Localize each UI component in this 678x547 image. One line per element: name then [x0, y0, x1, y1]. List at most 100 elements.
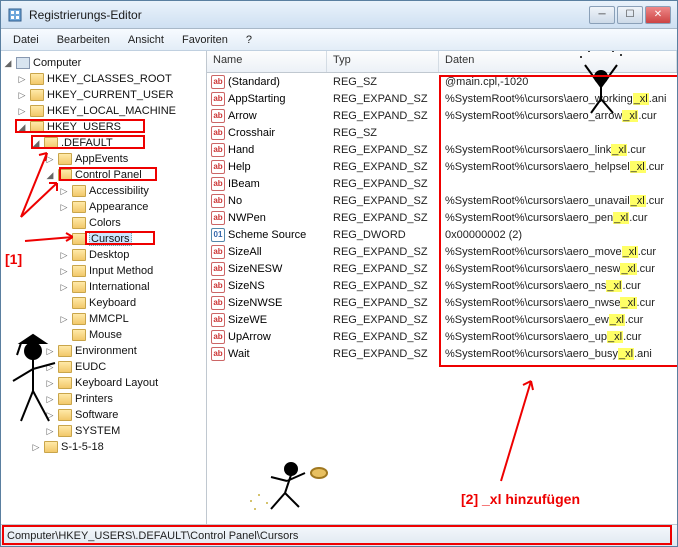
tree-node[interactable]: ▷ HKEY_LOCAL_MACHINE	[3, 103, 206, 119]
tree-label[interactable]: Desktop	[89, 249, 129, 261]
list-row[interactable]: abSizeAllREG_EXPAND_SZ%SystemRoot%\curso…	[207, 243, 677, 260]
header-name[interactable]: Name	[207, 51, 327, 72]
expand-icon[interactable]: ◢	[3, 58, 13, 69]
expand-icon[interactable]: ◢	[45, 170, 55, 181]
tree-label[interactable]: Keyboard Layout	[75, 377, 158, 389]
menu-ansicht[interactable]: Ansicht	[120, 32, 172, 48]
tree-label[interactable]: International	[89, 281, 150, 293]
list-row[interactable]: abArrowREG_EXPAND_SZ%SystemRoot%\cursors…	[207, 107, 677, 124]
expand-icon[interactable]: ▷	[45, 362, 55, 373]
tree-node[interactable]: Mouse	[3, 327, 206, 343]
tree-node[interactable]: ▷ Desktop	[3, 247, 206, 263]
tree-node[interactable]: ▷ Accessibility	[3, 183, 206, 199]
list-row[interactable]: abWaitREG_EXPAND_SZ%SystemRoot%\cursors\…	[207, 345, 677, 362]
tree-node[interactable]: ◢ Control Panel	[3, 167, 206, 183]
tree-label[interactable]: HKEY_CURRENT_USER	[47, 89, 174, 101]
tree-node[interactable]: Colors	[3, 215, 206, 231]
tree-label[interactable]: Accessibility	[89, 185, 149, 197]
list-row[interactable]: abCrosshairREG_SZ	[207, 124, 677, 141]
tree-label[interactable]: .DEFAULT	[61, 137, 113, 149]
tree-label[interactable]: MMCPL	[89, 313, 129, 325]
tree-label[interactable]: SYSTEM	[75, 425, 120, 437]
expand-icon[interactable]: ▷	[45, 378, 55, 389]
expand-icon[interactable]: ▷	[59, 282, 69, 293]
tree-node[interactable]: ◢.DEFAULT	[3, 135, 206, 151]
expand-icon[interactable]: ▷	[17, 74, 27, 85]
tree-node[interactable]: ▷ Input Method	[3, 263, 206, 279]
expand-icon[interactable]: ▷	[45, 394, 55, 405]
list-row[interactable]: abSizeNSREG_EXPAND_SZ%SystemRoot%\cursor…	[207, 277, 677, 294]
tree-node[interactable]: ▷ International	[3, 279, 206, 295]
list-row[interactable]: abNoREG_EXPAND_SZ%SystemRoot%\cursors\ae…	[207, 192, 677, 209]
expand-icon[interactable]: ▷	[45, 426, 55, 437]
expand-icon[interactable]: ▷	[45, 154, 55, 165]
tree-node[interactable]: ▷ HKEY_CLASSES_ROOT	[3, 71, 206, 87]
menu-bearbeiten[interactable]: Bearbeiten	[49, 32, 118, 48]
tree-node[interactable]: ▷ S-1-5-18	[3, 439, 206, 455]
tree-node[interactable]: ▷ Software	[3, 407, 206, 423]
titlebar[interactable]: Registrierungs-Editor ─ ☐ ✕	[1, 1, 677, 29]
expand-icon[interactable]: ▷	[59, 250, 69, 261]
list-row[interactable]: abNWPenREG_EXPAND_SZ%SystemRoot%\cursors…	[207, 209, 677, 226]
tree-label[interactable]: HKEY_CLASSES_ROOT	[47, 73, 172, 85]
list-row[interactable]: abSizeWEREG_EXPAND_SZ%SystemRoot%\cursor…	[207, 311, 677, 328]
expand-icon[interactable]: ▷	[45, 410, 55, 421]
tree-node[interactable]: Keyboard	[3, 295, 206, 311]
menu-datei[interactable]: Datei	[5, 32, 47, 48]
list-header[interactable]: Name Typ Daten	[207, 51, 677, 73]
list-row[interactable]: abAppStartingREG_EXPAND_SZ%SystemRoot%\c…	[207, 90, 677, 107]
tree-label[interactable]: Input Method	[89, 265, 153, 277]
tree-label[interactable]: EUDC	[75, 361, 106, 373]
tree-label[interactable]: Environment	[75, 345, 137, 357]
expand-icon[interactable]: ▷	[17, 90, 27, 101]
expand-icon[interactable]: ▷	[17, 106, 27, 117]
tree-node[interactable]: ▷ AppEvents	[3, 151, 206, 167]
list-row[interactable]: abHelpREG_EXPAND_SZ%SystemRoot%\cursors\…	[207, 158, 677, 175]
maximize-button[interactable]: ☐	[617, 6, 643, 24]
expand-icon[interactable]: ▷	[59, 186, 69, 197]
tree-node[interactable]: ▷ Keyboard Layout	[3, 375, 206, 391]
registry-tree[interactable]: ◢ Computer ▷ HKEY_CLASSES_ROOT ▷ HKEY_CURRENT…	[1, 51, 207, 524]
tree-label[interactable]: Colors	[89, 217, 121, 229]
tree-label[interactable]: Printers	[75, 393, 113, 405]
list-row[interactable]: abSizeNWSEREG_EXPAND_SZ%SystemRoot%\curs…	[207, 294, 677, 311]
header-data[interactable]: Daten	[439, 51, 677, 72]
tree-label[interactable]: HKEY_USERS	[47, 121, 121, 133]
tree-label[interactable]: Control Panel	[75, 169, 142, 181]
tree-node[interactable]: ▷ Appearance	[3, 199, 206, 215]
list-row[interactable]: abSizeNESWREG_EXPAND_SZ%SystemRoot%\curs…	[207, 260, 677, 277]
expand-icon[interactable]: ▷	[59, 202, 69, 213]
tree-label[interactable]: Software	[75, 409, 118, 421]
tree-label[interactable]: AppEvents	[75, 153, 128, 165]
tree-label[interactable]: Cursors	[89, 232, 132, 246]
tree-node[interactable]: Cursors	[3, 231, 206, 247]
list-row[interactable]: abIBeamREG_EXPAND_SZ	[207, 175, 677, 192]
tree-label[interactable]: Appearance	[89, 201, 148, 213]
menu-favoriten[interactable]: Favoriten	[174, 32, 236, 48]
menu-help[interactable]: ?	[238, 32, 260, 48]
tree-node[interactable]: ◢ Computer	[3, 55, 206, 71]
tree-node[interactable]: ▷ SYSTEM	[3, 423, 206, 439]
tree-label[interactable]: Keyboard	[89, 297, 136, 309]
list-row[interactable]: abUpArrowREG_EXPAND_SZ%SystemRoot%\curso…	[207, 328, 677, 345]
list-row[interactable]: 01Scheme SourceREG_DWORD0x00000002 (2)	[207, 226, 677, 243]
expand-icon[interactable]: ▷	[59, 314, 69, 325]
expand-icon[interactable]: ▷	[59, 266, 69, 277]
header-type[interactable]: Typ	[327, 51, 439, 72]
expand-icon[interactable]: ▷	[45, 346, 55, 357]
minimize-button[interactable]: ─	[589, 6, 615, 24]
tree-label[interactable]: S-1-5-18	[61, 441, 104, 453]
tree-node[interactable]: ▷ EUDC	[3, 359, 206, 375]
registry-values-list[interactable]: Name Typ Daten ab(Standard)REG_SZ@main.c…	[207, 51, 677, 524]
tree-node[interactable]: ▷ Environment	[3, 343, 206, 359]
close-button[interactable]: ✕	[645, 6, 671, 24]
tree-node[interactable]: ▷ HKEY_CURRENT_USER	[3, 87, 206, 103]
tree-node[interactable]: ▷ Printers	[3, 391, 206, 407]
expand-icon[interactable]: ◢	[17, 122, 27, 133]
list-row[interactable]: abHandREG_EXPAND_SZ%SystemRoot%\cursors\…	[207, 141, 677, 158]
tree-label[interactable]: HKEY_LOCAL_MACHINE	[47, 105, 176, 117]
tree-node[interactable]: ▷ MMCPL	[3, 311, 206, 327]
tree-label[interactable]: Mouse	[89, 329, 122, 341]
tree-label[interactable]: Computer	[33, 57, 81, 69]
expand-icon[interactable]: ▷	[31, 442, 41, 453]
